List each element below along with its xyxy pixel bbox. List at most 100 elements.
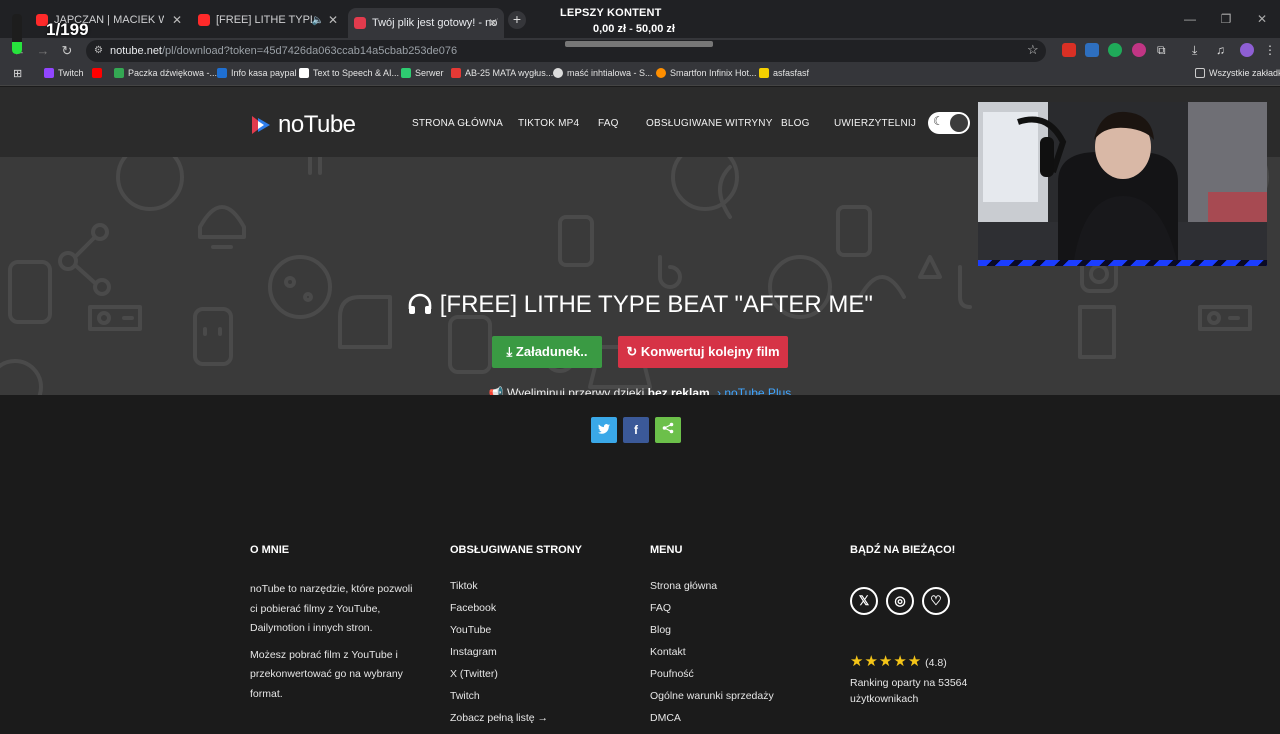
twitter-icon [598, 424, 610, 434]
dark-mode-toggle[interactable]: ☾ [928, 112, 970, 134]
download-button[interactable]: ⤓ Załadunek.. [492, 336, 602, 368]
x-twitter-icon[interactable]: 𝕏 [850, 587, 878, 615]
all-bookmarks[interactable]: Wszystkie zakładki [1195, 68, 1280, 78]
convert-another-button[interactable]: ↻ Konwertuj kolejny film [618, 336, 788, 368]
site-link-facebook[interactable]: Facebook [450, 602, 548, 624]
social-links: 𝕏 ◎ ♡ [850, 587, 950, 615]
notube-logo[interactable]: noTube [250, 111, 356, 139]
rating-stars-icon: ★★★★★ [850, 653, 923, 670]
extension-icon[interactable] [1062, 43, 1076, 57]
bookmark-twitch[interactable]: Twitch [44, 68, 84, 78]
bookmark-sound-pack[interactable]: Paczka dźwiękowa -... [114, 68, 217, 78]
sub-counter-text: 1/199 [46, 20, 89, 39]
facebook-share-button[interactable]: f [623, 417, 649, 443]
donation-goal-bar [565, 41, 713, 47]
nav-home[interactable]: STRONA GŁÓWNA [412, 118, 503, 129]
google-icon [553, 68, 563, 78]
bookmark-server[interactable]: Serwer [401, 68, 444, 78]
close-tab-icon[interactable]: ✕ [328, 13, 338, 27]
instagram-icon[interactable]: ◎ [886, 587, 914, 615]
site-link-full-list[interactable]: Zobacz pełną listę → [450, 712, 548, 734]
menu-link-home[interactable]: Strona główna [650, 580, 774, 602]
nav-supported-sites[interactable]: OBSŁUGIWANE WITRYNY [646, 118, 773, 129]
minimize-icon[interactable]: — [1172, 0, 1208, 38]
about-heading: O MNIE [250, 544, 290, 556]
bookmark-asfasfasf[interactable]: asfasfasf [759, 68, 809, 78]
url-host: notube.net [110, 45, 162, 57]
close-window-icon[interactable]: ✕ [1244, 0, 1280, 38]
bookmark-youtube[interactable] [92, 68, 106, 78]
generic-share-button[interactable] [655, 417, 681, 443]
store-icon [451, 68, 461, 78]
menu-link-faq[interactable]: FAQ [650, 602, 774, 624]
new-tab-button[interactable]: + [508, 11, 526, 29]
menu-link-terms[interactable]: Ogólne warunki sprzedaży [650, 690, 774, 712]
health-heart-icon[interactable]: ♡ [922, 587, 950, 615]
tab-3-active[interactable]: Twój plik jest gotowy! - noTube ✕ [348, 8, 504, 38]
sub-counter-bar [12, 14, 22, 54]
refresh-icon: ↻ [626, 344, 638, 359]
extension-icon[interactable] [1108, 43, 1122, 57]
apps-grid-icon[interactable]: ⊞ [13, 67, 22, 80]
share-buttons: f [591, 417, 681, 443]
site-link-instagram[interactable]: Instagram [450, 646, 548, 668]
extension-icon[interactable] [1132, 43, 1146, 57]
site-link-twitch[interactable]: Twitch [450, 690, 548, 712]
bookmark-google[interactable]: maść inhtialowa - S... [553, 68, 653, 78]
drive-icon [114, 68, 124, 78]
rating-value: (4.8) [925, 657, 947, 669]
star-bookmark-icon [759, 68, 769, 78]
url-path: /pl/download?token=45d7426da063ccab14a5c… [162, 45, 458, 57]
extensions-puzzle-icon[interactable]: ⧉ [1157, 43, 1171, 57]
menu-kebab-icon[interactable]: ⋮ [1264, 43, 1278, 57]
profile-avatar[interactable] [1240, 43, 1254, 57]
bookmark-star-icon[interactable]: ☆ [1027, 42, 1039, 58]
close-tab-icon[interactable]: ✕ [172, 13, 182, 27]
maximize-icon[interactable]: ❐ [1208, 0, 1244, 38]
downloads-icon[interactable]: ⤓ [1192, 43, 1206, 57]
folder-icon [1195, 68, 1205, 78]
forward-icon[interactable]: → [34, 42, 52, 60]
extension-icon[interactable] [1085, 43, 1099, 57]
bookmark-mat[interactable]: AB-25 MATA wygłus... [451, 68, 553, 78]
bookmark-smartphone[interactable]: Smartfon Infinix Hot... [656, 68, 757, 78]
notube-plus-link[interactable]: › noTube Plus [717, 386, 791, 395]
notube-logo-icon [252, 116, 270, 134]
moon-icon: ☾ [933, 114, 944, 128]
tab-title: [FREE] LITHE TYPE BEAT "AF... [216, 14, 312, 26]
site-info-icon[interactable]: ⚙ [94, 40, 103, 62]
site-footer: O MNIE noTube to narzędzie, które pozwol… [0, 490, 1280, 724]
speaker-icon[interactable]: 🔈 [312, 15, 324, 26]
share-icon [662, 422, 674, 434]
nav-tiktok-mp4[interactable]: TIKTOK MP4 [518, 118, 579, 129]
sub-counter-fill [12, 42, 22, 54]
close-tab-icon[interactable]: ✕ [488, 16, 498, 30]
ranking-text: Ranking oparty na 53564 użytkownikach [850, 677, 968, 705]
footer-menu-list: Strona główna FAQ Blog Kontakt Poufność … [650, 580, 774, 734]
menu-link-privacy[interactable]: Poufność [650, 668, 774, 690]
twitter-share-button[interactable] [591, 417, 617, 443]
site-link-tiktok[interactable]: Tiktok [450, 580, 548, 602]
site-link-youtube[interactable]: YouTube [450, 624, 548, 646]
donation-goal-title: LEPSZY KONTENT [560, 7, 662, 19]
server-icon [401, 68, 411, 78]
menu-link-blog[interactable]: Blog [650, 624, 774, 646]
promo-bold: bez reklam [647, 386, 710, 395]
menu-link-contact[interactable]: Kontakt [650, 646, 774, 668]
video-title: [FREE] LITHE TYPE BEAT "AFTER ME" [0, 291, 1280, 319]
supported-sites-list: Tiktok Facebook YouTube Instagram X (Twi… [450, 580, 548, 734]
bookmark-paypal[interactable]: Info kasa paypal [217, 68, 297, 78]
webcam-feed-image [978, 102, 1267, 266]
youtube-favicon-icon [198, 14, 210, 26]
site-link-x[interactable]: X (Twitter) [450, 668, 548, 690]
follow-heading: BĄDŹ NA BIEŻĄCO! [850, 544, 956, 556]
nav-authenticate[interactable]: UWIERZYTELNIJ [834, 118, 916, 129]
menu-link-dmca[interactable]: DMCA [650, 712, 774, 734]
nav-faq[interactable]: FAQ [598, 118, 619, 129]
nav-blog[interactable]: BLOG [781, 118, 810, 129]
tab-2[interactable]: [FREE] LITHE TYPE BEAT "AF... 🔈 ✕ [192, 8, 344, 32]
media-control-icon[interactable]: ♫ [1216, 43, 1230, 57]
bookmark-tts[interactable]: Text to Speech & AI... [299, 68, 399, 78]
reload-icon[interactable]: ↻ [58, 42, 76, 60]
headphones-icon [408, 293, 432, 314]
